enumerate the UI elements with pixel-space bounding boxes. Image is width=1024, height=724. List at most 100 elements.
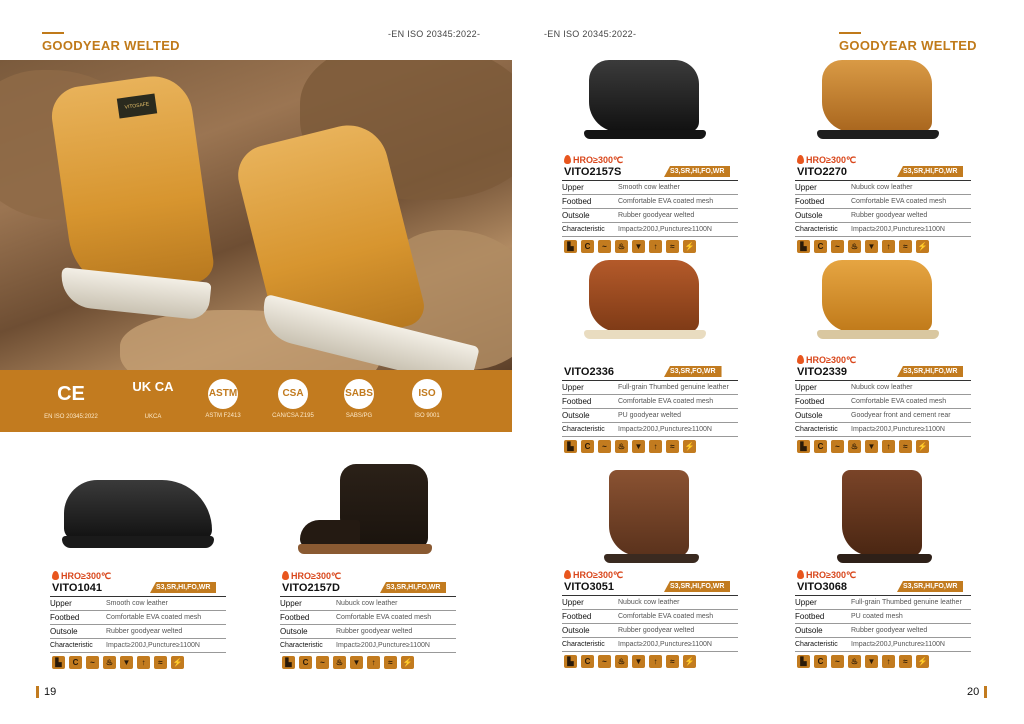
ce-icon: C	[581, 440, 594, 453]
spec-row-characteristic: Characteristic Impact≥200J,Puncture≥1100N	[562, 423, 738, 437]
ce-mark-icon: CE	[57, 383, 85, 405]
cert-sabs: SABS SABS/PG	[324, 378, 394, 419]
puncture-icon: ↑	[137, 656, 150, 669]
boot-icon: ▙	[282, 656, 295, 669]
spec-row-upper: Upper Full-grain Thumbed genuine leather	[562, 381, 738, 395]
impact-icon: ▼	[865, 655, 878, 668]
impact-icon: ▼	[865, 440, 878, 453]
boot-icon: ▙	[797, 240, 810, 253]
puncture-icon: ↑	[649, 655, 662, 668]
ce-icon: C	[299, 656, 312, 669]
hro-label: HRO≥300℃	[282, 571, 341, 582]
standard-label: -EN ISO 20345:2022-	[544, 29, 637, 39]
cert-ce: CE EN ISO 20345:2022	[36, 378, 106, 420]
water-resistant-icon: ≈	[666, 240, 679, 253]
heat-resistant-icon: ♨	[848, 240, 861, 253]
spec-row-upper: Upper Smooth cow leather	[50, 597, 226, 611]
feature-icons: ▙ C ~ ♨ ▼ ↑ ≈ ⚡	[797, 655, 929, 668]
product-code: VITO2339	[797, 366, 847, 378]
spec-row-characteristic: Characteristic Impact≥200J,Puncture≥1100N	[795, 223, 971, 237]
spec-row-footbed: Footbed Comfortable EVA coated mesh	[795, 395, 971, 409]
water-resistant-icon: ≈	[666, 655, 679, 668]
water-resistant-icon: ≈	[899, 240, 912, 253]
electrostatic-icon: ⚡	[401, 656, 414, 669]
cert-astm: ASTM ASTM F2413	[188, 378, 258, 419]
product-code: VITO2157D	[282, 582, 340, 594]
csa-mark-icon: CSA	[278, 379, 308, 409]
spec-table: Upper Full-grain Thumbed genuine leather …	[795, 595, 971, 652]
electrostatic-icon: ⚡	[916, 440, 929, 453]
product-code: VITO3068	[797, 581, 847, 593]
electrostatic-icon: ⚡	[171, 656, 184, 669]
heat-resistant-icon: ♨	[615, 655, 628, 668]
shoe-image	[822, 260, 932, 332]
water-resistant-icon: ≈	[666, 440, 679, 453]
spec-row-outsole: Outsole Goodyear front and cement rear	[795, 409, 971, 423]
hro-label: HRO≥300℃	[797, 355, 856, 366]
puncture-icon: ↑	[649, 440, 662, 453]
spec-row-upper: Upper Smooth cow leather	[562, 181, 738, 195]
shoe-image	[589, 260, 699, 332]
puncture-icon: ↑	[882, 240, 895, 253]
page-marker	[36, 686, 39, 698]
hro-label: HRO≥300℃	[52, 571, 111, 582]
hro-label: HRO≥300℃	[564, 570, 623, 581]
impact-icon: ▼	[350, 656, 363, 669]
spec-table: Upper Nubuck cow leather Footbed Comfortab…	[795, 180, 971, 237]
spec-badge: S3,SR,HI,FO,WR	[380, 582, 447, 593]
spec-row-upper: Upper Nubuck cow leather	[280, 597, 456, 611]
spec-row-outsole: Outsole Rubber goodyear welted	[280, 625, 456, 639]
cert-csa: CSA CAN/CSA Z195	[258, 378, 328, 419]
flame-icon	[564, 570, 571, 579]
boot-icon: ▙	[797, 655, 810, 668]
spec-badge: S3,SR,HI,FO,WR	[897, 581, 964, 592]
electrostatic-icon: ⚡	[916, 240, 929, 253]
heat-resistant-icon: ♨	[333, 656, 346, 669]
impact-icon: ▼	[632, 655, 645, 668]
slip-resistant-icon: ~	[831, 240, 844, 253]
electrostatic-icon: ⚡	[683, 240, 696, 253]
heat-resistant-icon: ♨	[615, 240, 628, 253]
shoe-image	[609, 470, 689, 556]
hro-label: HRO≥300℃	[564, 155, 623, 166]
page-marker	[984, 686, 987, 698]
slip-resistant-icon: ~	[598, 655, 611, 668]
hro-label: HRO≥300℃	[797, 155, 856, 166]
spec-row-characteristic: Characteristic Impact≥200J,Puncture≥1100N	[795, 423, 971, 437]
puncture-icon: ↑	[649, 240, 662, 253]
slip-resistant-icon: ~	[316, 656, 329, 669]
spec-row-footbed: Footbed Comfortable EVA coated mesh	[562, 195, 738, 209]
puncture-icon: ↑	[367, 656, 380, 669]
spec-row-footbed: Footbed Comfortable EVA coated mesh	[280, 611, 456, 625]
spec-row-characteristic: Characteristic Impact≥200J,Puncture≥1100N	[280, 639, 456, 653]
spec-row-footbed: Footbed PU coated mesh	[795, 610, 971, 624]
slip-resistant-icon: ~	[831, 440, 844, 453]
spec-row-upper: Upper Nubuck cow leather	[795, 181, 971, 195]
spec-row-upper: Upper Full-grain Thumbed genuine leather	[795, 596, 971, 610]
boot-icon: ▙	[52, 656, 65, 669]
feature-icons: ▙ C ~ ♨ ▼ ↑ ≈ ⚡	[564, 440, 696, 453]
ce-icon: C	[814, 440, 827, 453]
spec-row-characteristic: Characteristic Impact≥200J,Puncture≥1100N	[50, 639, 226, 653]
heat-resistant-icon: ♨	[848, 440, 861, 453]
spec-table: Upper Smooth cow leather Footbed Comfortab…	[50, 596, 226, 653]
slip-resistant-icon: ~	[86, 656, 99, 669]
product-code: VITO2336	[564, 366, 614, 378]
spec-row-footbed: Footbed Comfortable EVA coated mesh	[50, 611, 226, 625]
spec-row-footbed: Footbed Comfortable EVA coated mesh	[562, 395, 738, 409]
page-number: 20	[967, 686, 980, 698]
water-resistant-icon: ≈	[899, 655, 912, 668]
flame-icon	[797, 570, 804, 579]
spec-badge: S3,SR,HI,FO,WR	[664, 166, 731, 177]
heat-resistant-icon: ♨	[848, 655, 861, 668]
product-code: VITO3051	[564, 581, 614, 593]
spec-row-outsole: Outsole Rubber goodyear welted	[795, 209, 971, 223]
flame-icon	[797, 355, 804, 364]
impact-icon: ▼	[632, 440, 645, 453]
spec-table: Upper Smooth cow leather Footbed Comfortab…	[562, 180, 738, 237]
feature-icons: ▙ C ~ ♨ ▼ ↑ ≈ ⚡	[564, 240, 696, 253]
heat-resistant-icon: ♨	[615, 440, 628, 453]
electrostatic-icon: ⚡	[683, 655, 696, 668]
spec-row-upper: Upper Nubuck cow leather	[795, 381, 971, 395]
spec-badge: S3,SR,HI,FO,WR	[150, 582, 217, 593]
